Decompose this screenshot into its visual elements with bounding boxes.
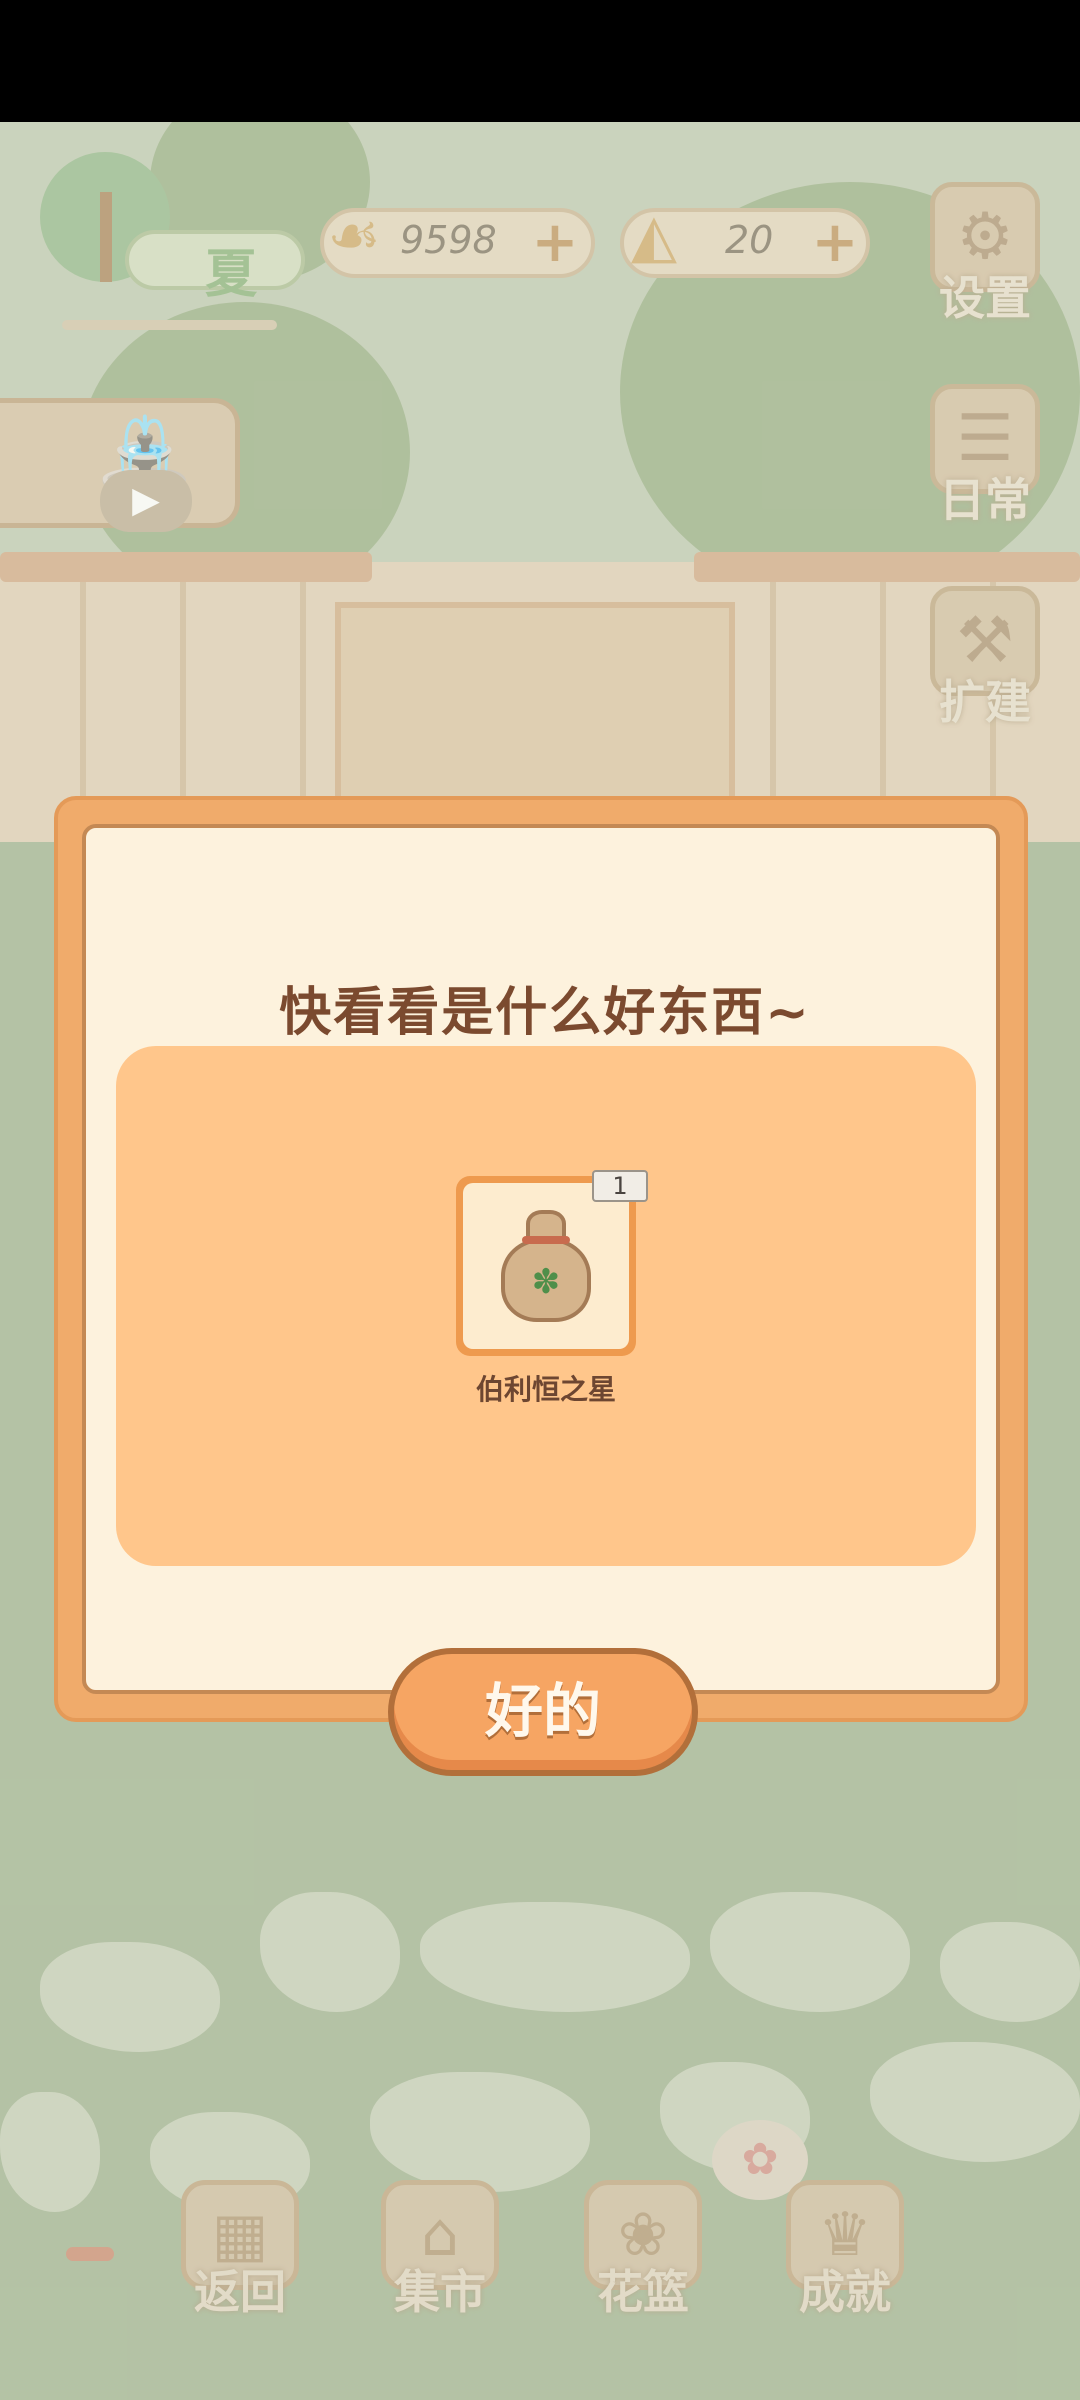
status-bar (0, 0, 1080, 122)
reward-item-frame: ✽ 1 (456, 1170, 648, 1356)
ok-button-label: 好的 (484, 1677, 601, 1745)
flower-icon: ✽ (531, 1262, 561, 1302)
reward-item[interactable]: ✽ 1 伯利恒之星 (456, 1170, 648, 1408)
dialog-title: 快看看是什么好东西~ (279, 983, 811, 1043)
quantity-badge: 1 (592, 1170, 648, 1202)
ok-button[interactable]: 好的 (388, 1648, 698, 1776)
dialog-body: 快看看是什么好东西~ ✽ 1 伯利恒之星 (82, 824, 1000, 1694)
reward-item-name: 伯利恒之星 (475, 1373, 616, 1406)
reward-panel: ✽ 1 伯利恒之星 (116, 1046, 976, 1566)
reward-dialog: 快看看是什么好东西~ ✽ 1 伯利恒之星 (54, 796, 1028, 1722)
seed-bag-icon: ✽ (496, 1210, 596, 1322)
